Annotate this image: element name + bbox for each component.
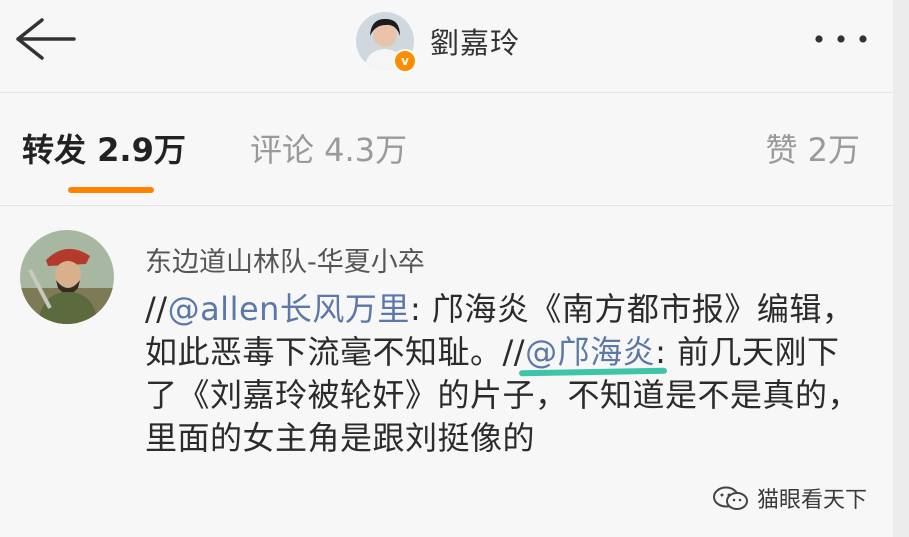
profile-header[interactable]: v 劉嘉玲: [356, 12, 520, 73]
watermark-text: 猫眼看天下: [756, 488, 867, 513]
top-bar: v 劉嘉玲: [0, 0, 893, 93]
profile-name[interactable]: 劉嘉玲: [430, 20, 520, 62]
mention-text[interactable]: @邝海炎: [525, 333, 655, 371]
tab-like[interactable]: 赞 2万: [765, 125, 860, 171]
text-segment: //: [145, 290, 168, 328]
mention-link[interactable]: @allen长风万里: [168, 290, 410, 328]
avatar[interactable]: v: [356, 12, 417, 73]
screen-edge: [893, 0, 909, 537]
post-text: //@allen长风万里: 邝海炎《南方都市报》编辑，如此恶毒下流毫不知耻。//…: [145, 288, 867, 460]
tab-repost[interactable]: 转发 2.9万: [22, 125, 186, 171]
verified-badge-icon: v: [393, 49, 417, 73]
more-dots-icon[interactable]: [806, 22, 876, 56]
watermark: 猫眼看天下: [711, 482, 867, 514]
back-arrow-icon[interactable]: [10, 14, 80, 64]
user-avatar[interactable]: [20, 230, 114, 324]
highlight-marker: [519, 367, 668, 377]
active-tab-indicator: [68, 187, 154, 193]
wechat-icon: [712, 486, 748, 510]
mention-link-highlighted[interactable]: @邝海炎: [519, 333, 668, 377]
stats-tabs: 转发 2.9万 评论 4.3万 赞 2万: [0, 93, 893, 206]
repost-item: 东边道山林队-华夏小卒 //@allen长风万里: 邝海炎《南方都市报》编辑，如…: [0, 206, 893, 537]
tab-comment[interactable]: 评论 4.3万: [250, 125, 407, 171]
post-username[interactable]: 东边道山林队-华夏小卒: [145, 240, 425, 279]
